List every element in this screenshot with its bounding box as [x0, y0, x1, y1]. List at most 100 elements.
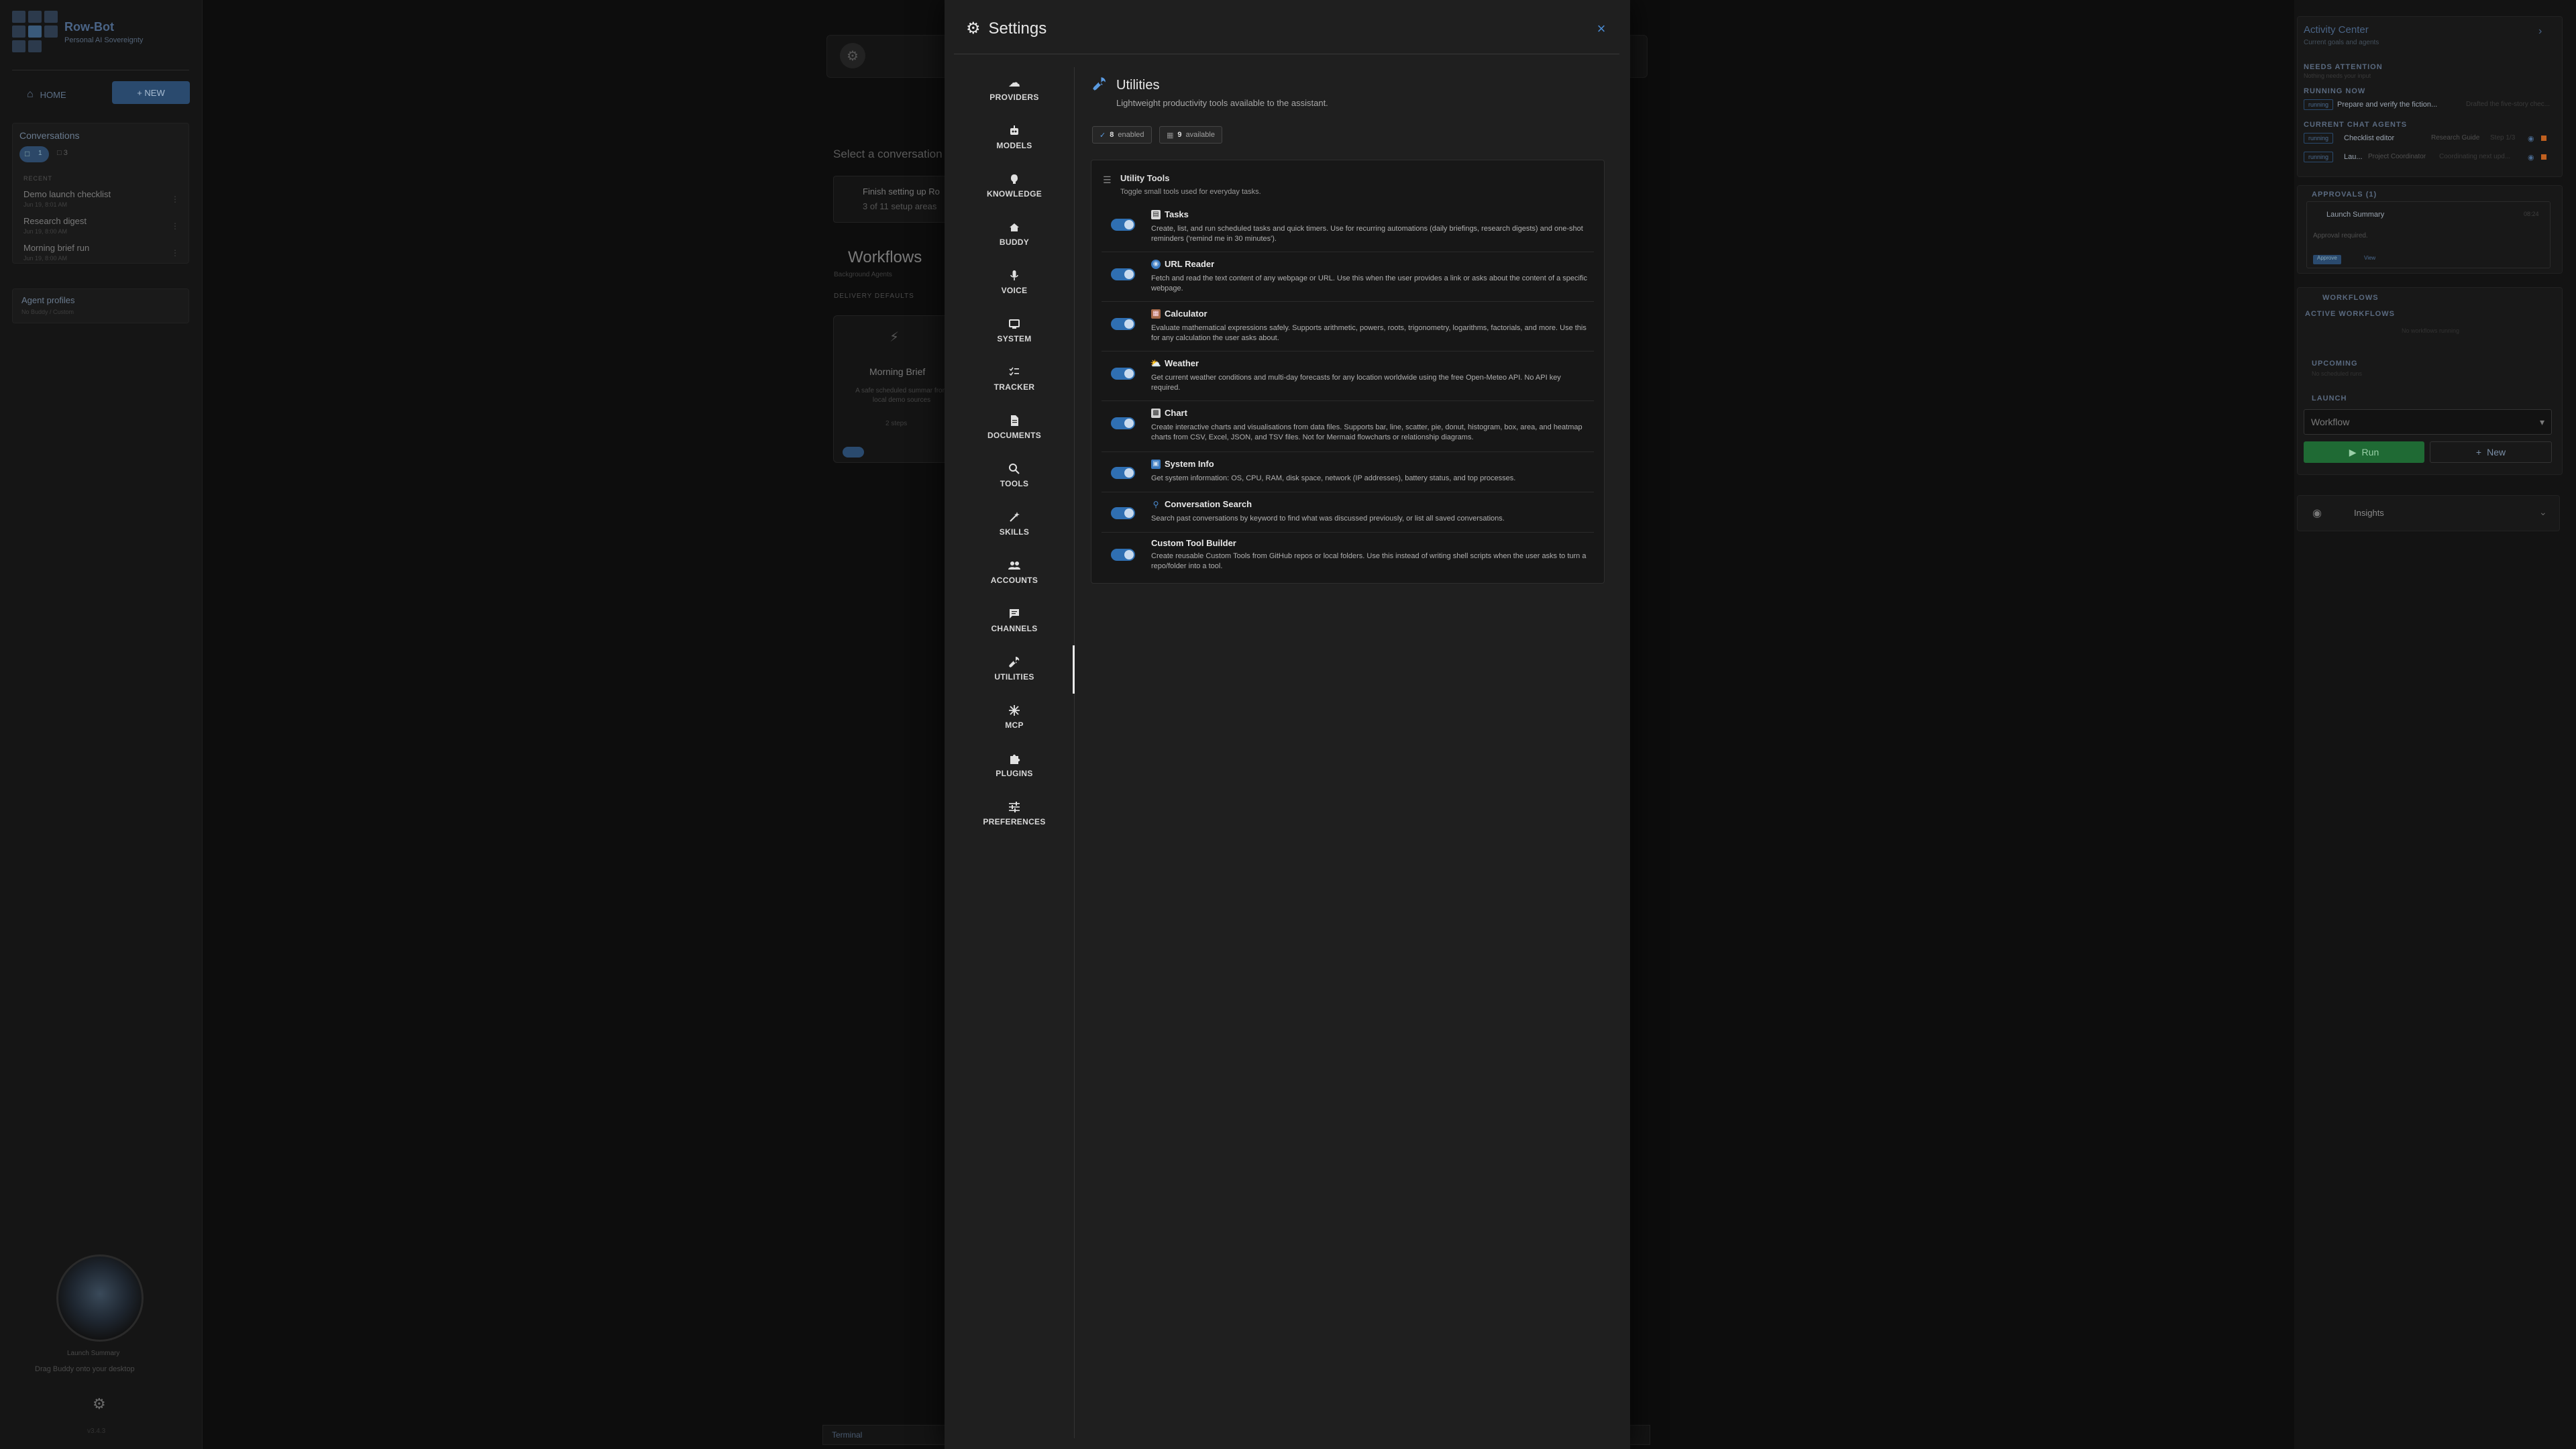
- nav-item-documents[interactable]: DOCUMENTS: [955, 405, 1073, 448]
- utilities-title: Utilities: [1116, 78, 1160, 93]
- nav-item-providers[interactable]: ☁ PROVIDERS: [955, 67, 1073, 110]
- current-agents-label: CURRENT CHAT AGENTS: [2304, 121, 2408, 129]
- workflow-select-value: Workflow: [2311, 417, 2350, 427]
- run-workflow-button[interactable]: ▶ Run: [2304, 441, 2424, 463]
- nav-item-models[interactable]: MODELS: [955, 115, 1073, 158]
- agent-status-chip: running: [2304, 133, 2334, 144]
- conversation-search-toggle[interactable]: [1111, 507, 1135, 519]
- stop-icon[interactable]: [2541, 154, 2546, 160]
- upcoming-sub: No scheduled runs: [2312, 370, 2363, 377]
- tool-description: Create, list, and run scheduled tasks an…: [1151, 225, 1583, 243]
- more-icon[interactable]: ⋮: [171, 248, 179, 258]
- gear-icon[interactable]: ⚙: [93, 1395, 109, 1412]
- tool-row-chart: ▩ Chart Create interactive charts and vi…: [1102, 404, 1594, 452]
- running-task[interactable]: Prepare and verify the fiction...: [2337, 101, 2437, 109]
- tool-description: Search past conversations by keyword to …: [1151, 515, 1505, 523]
- tool-description: Create reusable Custom Tools from GitHub…: [1151, 552, 1587, 570]
- nav-item-channels[interactable]: CHANNELS: [955, 598, 1073, 641]
- computer-icon: ▣: [1151, 459, 1161, 469]
- robot-icon: [1007, 123, 1022, 138]
- tool-description: Get system information: OS, CPU, RAM, di…: [1151, 474, 1516, 482]
- plus-icon: +: [2475, 447, 2482, 458]
- tool-name: Custom Tool Builder: [1151, 538, 1236, 548]
- eye-icon[interactable]: ◉: [2528, 153, 2534, 162]
- tool-name: ▩ Chart: [1151, 408, 1187, 418]
- approve-button[interactable]: Approve: [2313, 255, 2341, 264]
- workflow-card-title: Morning Brief: [869, 366, 926, 377]
- nav-item-preferences[interactable]: PREFERENCES: [955, 792, 1073, 835]
- conversations-filter-chip[interactable]: □ 1: [19, 146, 49, 162]
- utility-tools-subtitle: Toggle small tools used for everyday tas…: [1120, 188, 1261, 196]
- url-reader-toggle[interactable]: [1111, 268, 1135, 280]
- more-icon[interactable]: ⋮: [171, 221, 179, 231]
- nav-label: KNOWLEDGE: [986, 189, 1042, 199]
- nav-item-knowledge[interactable]: KNOWLEDGE: [955, 164, 1073, 207]
- setup-progress: 3 of 11 setup areas: [863, 201, 937, 211]
- nav-item-mcp[interactable]: MCP: [955, 695, 1073, 738]
- launch-label: LAUNCH: [2312, 394, 2347, 402]
- nav-active-indicator: [1073, 645, 1075, 694]
- workflows-subtitle: Background Agents: [834, 271, 892, 278]
- run-label: Run: [2361, 447, 2379, 458]
- home-button[interactable]: ⌂ HOME: [27, 83, 91, 106]
- nav-item-skills[interactable]: SKILLS: [955, 502, 1073, 545]
- agent-profiles-panel[interactable]: [12, 288, 189, 323]
- insights-label: Insights: [2354, 508, 2384, 518]
- wrench-icon: [1092, 76, 1107, 95]
- agent-name[interactable]: Lau...: [2344, 153, 2363, 161]
- nav-label: SKILLS: [999, 527, 1030, 537]
- tool-name: ▣ System Info: [1151, 459, 1214, 469]
- nav-item-utilities[interactable]: UTILITIES: [955, 647, 1073, 690]
- nav-item-voice[interactable]: VOICE: [955, 260, 1073, 303]
- running-now-label: RUNNING NOW: [2304, 87, 2366, 95]
- utility-tools-title: Utility Tools: [1120, 173, 1170, 183]
- nav-label: SYSTEM: [997, 334, 1032, 343]
- conversations-title: Conversations: [19, 130, 80, 141]
- conversation-item[interactable]: Demo launch checklist Jun 19, 8:01 AM ⋮: [23, 189, 184, 208]
- nav-item-accounts[interactable]: ACCOUNTS: [955, 550, 1073, 593]
- clipboard-icon: ▤: [1151, 209, 1161, 219]
- globe-icon: ◉: [1151, 259, 1161, 269]
- chevron-right-icon[interactable]: ›: [2538, 25, 2542, 38]
- new-workflow-button[interactable]: + New: [2430, 441, 2552, 463]
- tool-name: ▤ Tasks: [1151, 209, 1189, 219]
- insights-panel[interactable]: ◉ Insights ⌄: [2297, 495, 2560, 531]
- approval-required: Approval required.: [2313, 232, 2368, 239]
- nav-label: ACCOUNTS: [990, 576, 1038, 585]
- enabled-count: 8: [1110, 131, 1114, 139]
- nav-item-buddy[interactable]: BUDDY: [955, 212, 1073, 255]
- gear-icon[interactable]: ⚙: [840, 43, 865, 68]
- nav-item-tracker[interactable]: TRACKER: [955, 357, 1073, 400]
- workflow-select[interactable]: Workflow ▾: [2304, 409, 2552, 435]
- nav-item-tools[interactable]: TOOLS: [955, 453, 1073, 496]
- nav-label: UTILITIES: [994, 672, 1034, 682]
- tasks-toggle[interactable]: [1111, 219, 1135, 231]
- new-conversation-button[interactable]: + NEW: [112, 81, 190, 104]
- nav-item-system[interactable]: SYSTEM: [955, 309, 1073, 352]
- archived-filter-chip[interactable]: □ 3: [57, 149, 68, 157]
- buddy-avatar[interactable]: [56, 1254, 144, 1342]
- custom-tool-builder-toggle[interactable]: [1111, 549, 1135, 561]
- more-icon[interactable]: ⋮: [171, 195, 179, 204]
- nav-label: MODELS: [996, 141, 1032, 150]
- needs-attention-label: NEEDS ATTENTION: [2304, 63, 2383, 71]
- system-info-toggle[interactable]: [1111, 467, 1135, 479]
- chart-toggle[interactable]: [1111, 417, 1135, 429]
- sliders-icon: [1007, 800, 1022, 814]
- people-icon: [1007, 558, 1022, 573]
- weather-toggle[interactable]: [1111, 368, 1135, 380]
- view-link[interactable]: View: [2364, 255, 2375, 261]
- agent-name[interactable]: Checklist editor: [2344, 134, 2394, 142]
- tool-row-url-reader: ◉ URL Reader Fetch and read the text con…: [1102, 255, 1594, 302]
- conversation-item[interactable]: Research digest Jun 19, 8:00 AM ⋮: [23, 216, 184, 235]
- buddy-caption: Launch Summary: [67, 1350, 120, 1357]
- conversation-item[interactable]: Morning brief run Jun 19, 8:00 AM ⋮: [23, 243, 184, 262]
- stop-icon[interactable]: [2541, 136, 2546, 141]
- workflow-toggle[interactable]: [843, 447, 864, 458]
- close-button[interactable]: ×: [1593, 20, 1610, 38]
- conv-chip2-count: 3: [63, 149, 68, 157]
- nav-label: PROVIDERS: [989, 93, 1039, 102]
- nav-item-plugins[interactable]: PLUGINS: [955, 743, 1073, 786]
- calculator-toggle[interactable]: [1111, 318, 1135, 330]
- eye-icon[interactable]: ◉: [2528, 134, 2534, 143]
